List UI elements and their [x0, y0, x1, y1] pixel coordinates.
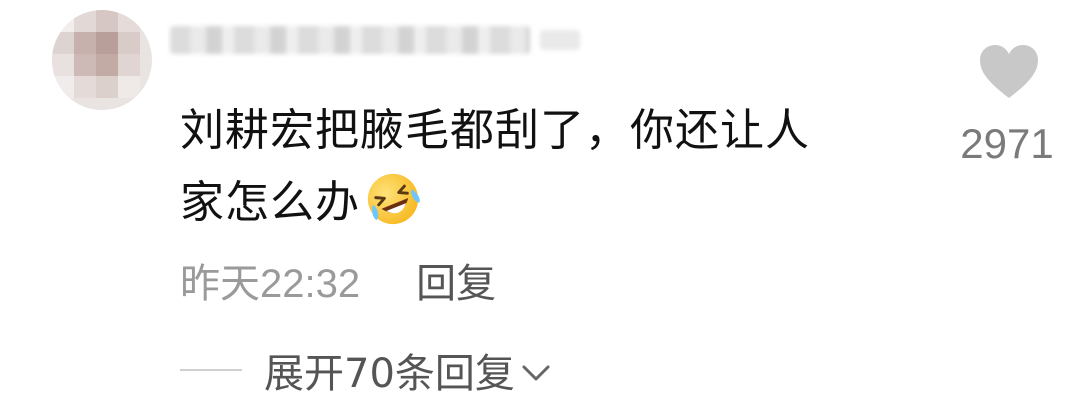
comment-text-line-2: 家怎么办 — [180, 177, 360, 228]
like-count: 2971 — [960, 120, 1054, 167]
username-badge-blurred — [540, 30, 580, 50]
heart-icon[interactable] — [978, 44, 1040, 100]
avatar[interactable] — [52, 10, 152, 110]
reply-button[interactable]: 回复 — [416, 251, 496, 309]
divider — [180, 369, 242, 371]
comment-item: 刘耕宏把腋毛都刮了，你还让人 家怎么办 2971 昨天22:32 回复 展开70… — [0, 0, 1080, 416]
comment-text-line-1: 刘耕宏把腋毛都刮了，你还让人 — [180, 105, 810, 156]
chevron-down-icon — [521, 362, 551, 384]
expand-replies-row: 展开70条回复 — [180, 342, 551, 398]
comment-meta-row: 昨天22:32 回复 — [180, 252, 496, 308]
username-blurred[interactable] — [170, 26, 530, 54]
comment-text: 刘耕宏把腋毛都刮了，你还让人 家怎么办 — [180, 95, 920, 239]
expand-replies-button[interactable]: 展开70条回复 — [264, 341, 551, 399]
expand-replies-label: 展开70条回复 — [264, 351, 515, 397]
timestamp: 昨天22:32 — [180, 262, 361, 306]
laughing-crying-emoji-icon — [364, 170, 422, 228]
